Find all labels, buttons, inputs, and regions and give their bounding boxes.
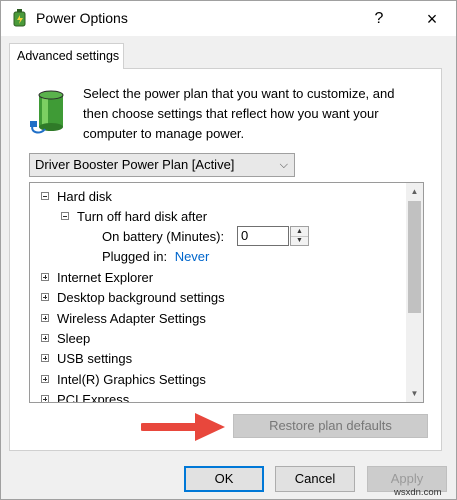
tree-node-turn-off-hard-disk[interactable]: Turn off hard disk after [61, 207, 207, 227]
power-plan-dropdown[interactable]: Driver Booster Power Plan [Active] ⌵ [29, 153, 295, 177]
chevron-down-icon: ⌵ [279, 159, 288, 171]
minutes-spinner[interactable]: ▲ ▼ [290, 226, 309, 246]
tree-node-pci-express[interactable]: PCI Express [41, 390, 130, 403]
tree-node-label: PCI Express [57, 392, 130, 403]
ok-button[interactable]: OK [184, 466, 264, 492]
window-title: Power Options [36, 10, 128, 26]
power-options-window: Power Options ? × Advanced settings Sele… [0, 0, 457, 500]
power-options-app-icon [13, 9, 26, 27]
power-plan-dropdown-value: Driver Booster Power Plan [Active] [35, 157, 235, 172]
settings-tree: Hard disk Turn off hard disk after On ba… [29, 182, 424, 403]
on-battery-label: On battery (Minutes): [102, 229, 225, 244]
red-arrow-annotation [141, 413, 225, 441]
tree-node-label: Intel(R) Graphics Settings [57, 372, 206, 387]
on-battery-minutes-input[interactable]: 0 [237, 226, 289, 246]
tree-node-wireless-adapter[interactable]: Wireless Adapter Settings [41, 309, 206, 329]
restore-plan-defaults-button[interactable]: Restore plan defaults [233, 414, 428, 438]
plugged-in-row: Plugged in: Never [102, 247, 209, 267]
expand-icon[interactable] [41, 334, 49, 342]
expand-icon[interactable] [41, 375, 49, 383]
tree-node-label: Desktop background settings [57, 290, 225, 305]
tree-node-label: Hard disk [57, 189, 112, 204]
battery-icon [30, 90, 64, 134]
expand-icon[interactable] [41, 314, 49, 322]
tree-node-label: USB settings [57, 351, 133, 366]
tree-node-internet-explorer[interactable]: Internet Explorer [41, 268, 153, 288]
tree-node-usb-settings[interactable]: USB settings [41, 349, 132, 369]
close-button[interactable]: × [419, 7, 445, 31]
tree-scrollbar[interactable]: ▲ ▼ [406, 183, 423, 402]
expand-icon[interactable] [41, 293, 49, 301]
instruction-text: Select the power plan that you want to c… [83, 86, 395, 141]
watermark-text: wsxdn.com [394, 487, 442, 498]
tree-node-label: Wireless Adapter Settings [57, 311, 206, 326]
tab-advanced-settings[interactable]: Advanced settings [9, 43, 124, 69]
help-button[interactable]: ? [367, 7, 391, 31]
tree-node-label: Turn off hard disk after [77, 209, 208, 224]
tree-node-label: Internet Explorer [57, 270, 154, 285]
tree-node-sleep[interactable]: Sleep [41, 329, 90, 349]
expand-icon[interactable] [41, 354, 49, 362]
tree-node-intel-graphics[interactable]: Intel(R) Graphics Settings [41, 370, 206, 390]
scrollbar-thumb[interactable] [408, 201, 421, 313]
tree-node-desktop-background[interactable]: Desktop background settings [41, 288, 225, 308]
plugged-in-label: Plugged in: [102, 249, 168, 264]
expand-icon[interactable] [41, 273, 49, 281]
spinner-down-icon[interactable]: ▼ [291, 236, 308, 245]
plugged-in-value-link[interactable]: Never [175, 249, 210, 264]
scroll-up-icon[interactable]: ▲ [406, 183, 423, 200]
scroll-down-icon[interactable]: ▼ [406, 385, 423, 402]
collapse-icon[interactable] [61, 212, 69, 220]
tree-node-hard-disk[interactable]: Hard disk [41, 187, 112, 207]
cancel-button[interactable]: Cancel [275, 466, 355, 492]
collapse-icon[interactable] [41, 192, 49, 200]
title-bar: Power Options ? × [1, 1, 456, 36]
expand-icon[interactable] [41, 395, 49, 402]
